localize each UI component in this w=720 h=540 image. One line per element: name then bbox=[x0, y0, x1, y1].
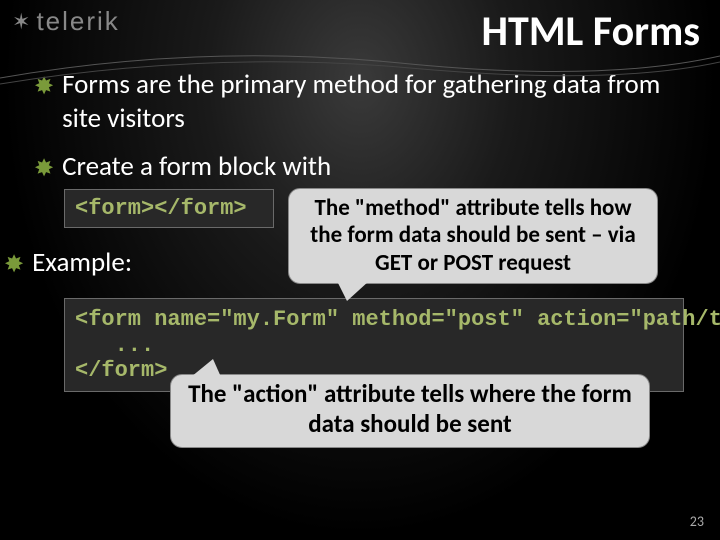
slide-title: HTML Forms bbox=[482, 6, 700, 57]
bullet-text-3: Example: bbox=[32, 246, 274, 280]
callout-tail-icon bbox=[337, 281, 369, 301]
bullet-text-1: Forms are the primary method for gatheri… bbox=[62, 68, 686, 136]
slide-content: ✸ Forms are the primary method for gathe… bbox=[0, 60, 720, 448]
brand-logo: ✶ telerik bbox=[12, 6, 120, 37]
callout-action-attribute: The "action" attribute tells where the f… bbox=[170, 374, 650, 448]
page-number: 23 bbox=[690, 513, 704, 530]
brand-text: telerik bbox=[36, 6, 119, 37]
callout-tail-icon bbox=[191, 359, 221, 377]
code-snippet-form-tag: <form></form> bbox=[64, 189, 274, 228]
bullet-icon: ✸ bbox=[4, 250, 24, 280]
callout-text: The "action" attribute tells where the f… bbox=[188, 378, 632, 439]
bullet-icon: ✸ bbox=[34, 154, 54, 184]
bullet-icon: ✸ bbox=[34, 72, 54, 102]
callout-wrap: The "action" attribute tells where the f… bbox=[134, 374, 686, 448]
slide-header: ✶ telerik HTML Forms bbox=[0, 0, 720, 60]
bullet-item-1: ✸ Forms are the primary method for gathe… bbox=[34, 68, 686, 136]
bullet-item-2: ✸ Create a form block with bbox=[34, 150, 686, 184]
callout-method-attribute: The "method" attribute tells how the for… bbox=[288, 188, 658, 285]
bullet-text-2: Create a form block with bbox=[62, 150, 686, 184]
callout-text: The "method" attribute tells how the for… bbox=[310, 194, 635, 277]
code-and-callout-row: <form></form> ✸ Example: The "method" at… bbox=[34, 188, 686, 285]
bullet-item-3: ✸ Example: bbox=[4, 246, 274, 280]
brand-icon: ✶ bbox=[12, 9, 32, 35]
